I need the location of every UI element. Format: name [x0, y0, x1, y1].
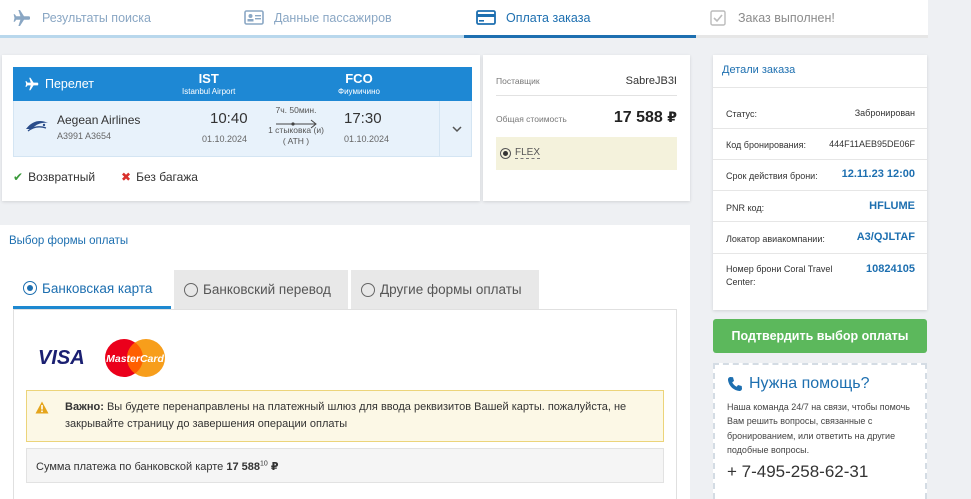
route-arrow-icon — [276, 119, 317, 129]
total-price-label: Общая стоимость — [496, 114, 567, 124]
phone-icon — [728, 377, 742, 391]
tab-bank-card[interactable]: Банковская карта — [13, 270, 171, 309]
step-order-complete[interactable]: Заказ выполнен! — [696, 0, 928, 38]
help-phone[interactable]: + 7-495-258-62-31 — [727, 462, 868, 482]
fare-option-flex[interactable]: FLEX — [496, 137, 677, 170]
bank-card-panel: VISA MasterCard Важно: Вы будете перенап… — [13, 309, 677, 499]
tag-no-baggage: ✖ Без багажа — [121, 170, 198, 184]
payment-title-bar: Выбор формы оплаты — [0, 225, 690, 257]
departure-airport: IST Istanbul Airport — [182, 71, 236, 96]
arrival-time: 17:30 — [344, 110, 382, 127]
mastercard-logo: MasterCard — [105, 339, 165, 377]
cross-icon: ✖ — [121, 170, 132, 184]
step-passenger-data[interactable]: Данные пассажиров — [232, 0, 464, 38]
flight-header: Перелет IST Istanbul Airport FCO Фиумичи… — [13, 67, 472, 101]
price-card: Поставщик SabreJB3I Общая стоимость 17 5… — [483, 55, 690, 201]
flight-header-label: Перелет — [45, 77, 94, 91]
radio-icon — [23, 281, 37, 295]
tag-refundable: ✔ Возвратный — [13, 170, 96, 184]
help-box: Нужна помощь? Наша команда 24/7 на связи… — [713, 363, 927, 499]
detail-row-pnr: PNR код: HFLUME — [726, 200, 915, 213]
step-label: Результаты поиска — [42, 10, 151, 25]
tab-bank-transfer[interactable]: Банковский перевод — [174, 270, 348, 309]
visa-logo: VISA — [38, 347, 85, 369]
detail-row-coral-booking: Номер брони Coral Travel Center: 1082410… — [726, 263, 915, 287]
detail-row-airline-locator: Локатор авиакомпании: A3/QJLTAF — [726, 231, 915, 244]
step-payment[interactable]: Оплата заказа — [464, 0, 696, 38]
help-title: Нужна помощь? — [749, 375, 870, 392]
payment-section-title: Выбор формы оплаты — [9, 235, 129, 247]
radio-icon — [361, 282, 375, 297]
fare-radio[interactable] — [500, 148, 511, 159]
redirect-warning: Важно: Вы будете перенаправлены на плате… — [26, 390, 664, 442]
tab-other-payment[interactable]: Другие формы оплаты — [351, 270, 539, 309]
detail-row-booking-code: Код бронирования: 444F11AEB95DE06F — [726, 139, 915, 150]
id-card-icon — [244, 10, 264, 26]
step-search-results[interactable]: Результаты поиска — [0, 0, 232, 38]
flight-segment[interactable]: Aegean Airlines A3991 A3654 10:40 01.10.… — [13, 101, 472, 157]
credit-card-icon — [476, 10, 496, 26]
help-description: Наша команда 24/7 на связи, чтобы помочь… — [727, 402, 910, 456]
detail-row-status: Статус: Забронирован — [726, 108, 915, 119]
flight-numbers: A3991 A3654 — [57, 131, 112, 141]
airplane-icon — [12, 9, 32, 26]
order-details: Детали заказа Статус: Забронирован Код б… — [713, 55, 927, 310]
arrival-airport: FCO Фиумичино — [338, 71, 380, 96]
fare-name: FLEX — [515, 147, 541, 159]
airplane-icon — [25, 77, 39, 91]
expand-segment-button[interactable] — [439, 101, 473, 157]
supplier-value: SabreJB3I — [625, 75, 677, 87]
departure-time: 10:40 — [210, 110, 248, 127]
arrival-date: 01.10.2024 — [344, 134, 390, 144]
supplier-label: Поставщик — [496, 76, 540, 86]
confirm-payment-button[interactable]: Подтвердить выбор оплаты — [713, 319, 927, 353]
svg-text:MasterCard: MasterCard — [106, 353, 164, 365]
step-label: Данные пассажиров — [274, 10, 392, 25]
total-price: 17 588 ₽ — [613, 109, 677, 126]
detail-row-expiry: Срок действия брони: 12.11.23 12:00 — [726, 168, 915, 181]
fare-conditions: ✔ Возвратный ✖ Без багажа — [13, 170, 198, 184]
warning-icon — [35, 401, 49, 414]
payment-sum: Сумма платежа по банковской карте 17 588… — [26, 448, 664, 483]
order-details-title: Детали заказа — [722, 64, 796, 76]
step-label: Заказ выполнен! — [738, 10, 835, 25]
checkbox-icon — [708, 9, 728, 26]
aegean-logo-icon — [26, 121, 48, 132]
airline-name: Aegean Airlines — [57, 113, 141, 127]
progress-steps: Результаты поиска Данные пассажиров Опла… — [0, 0, 928, 38]
chevron-down-icon — [451, 125, 462, 132]
payment-method-tabs: Банковская карта Банковский перевод Друг… — [13, 270, 539, 309]
radio-icon — [184, 282, 198, 297]
step-label: Оплата заказа — [506, 10, 591, 25]
checkmark-icon: ✔ — [13, 170, 24, 184]
departure-date: 01.10.2024 — [202, 134, 248, 144]
payment-area: Банковская карта Банковский перевод Друг… — [0, 257, 690, 499]
flight-card: Перелет IST Istanbul Airport FCO Фиумичи… — [2, 55, 480, 201]
